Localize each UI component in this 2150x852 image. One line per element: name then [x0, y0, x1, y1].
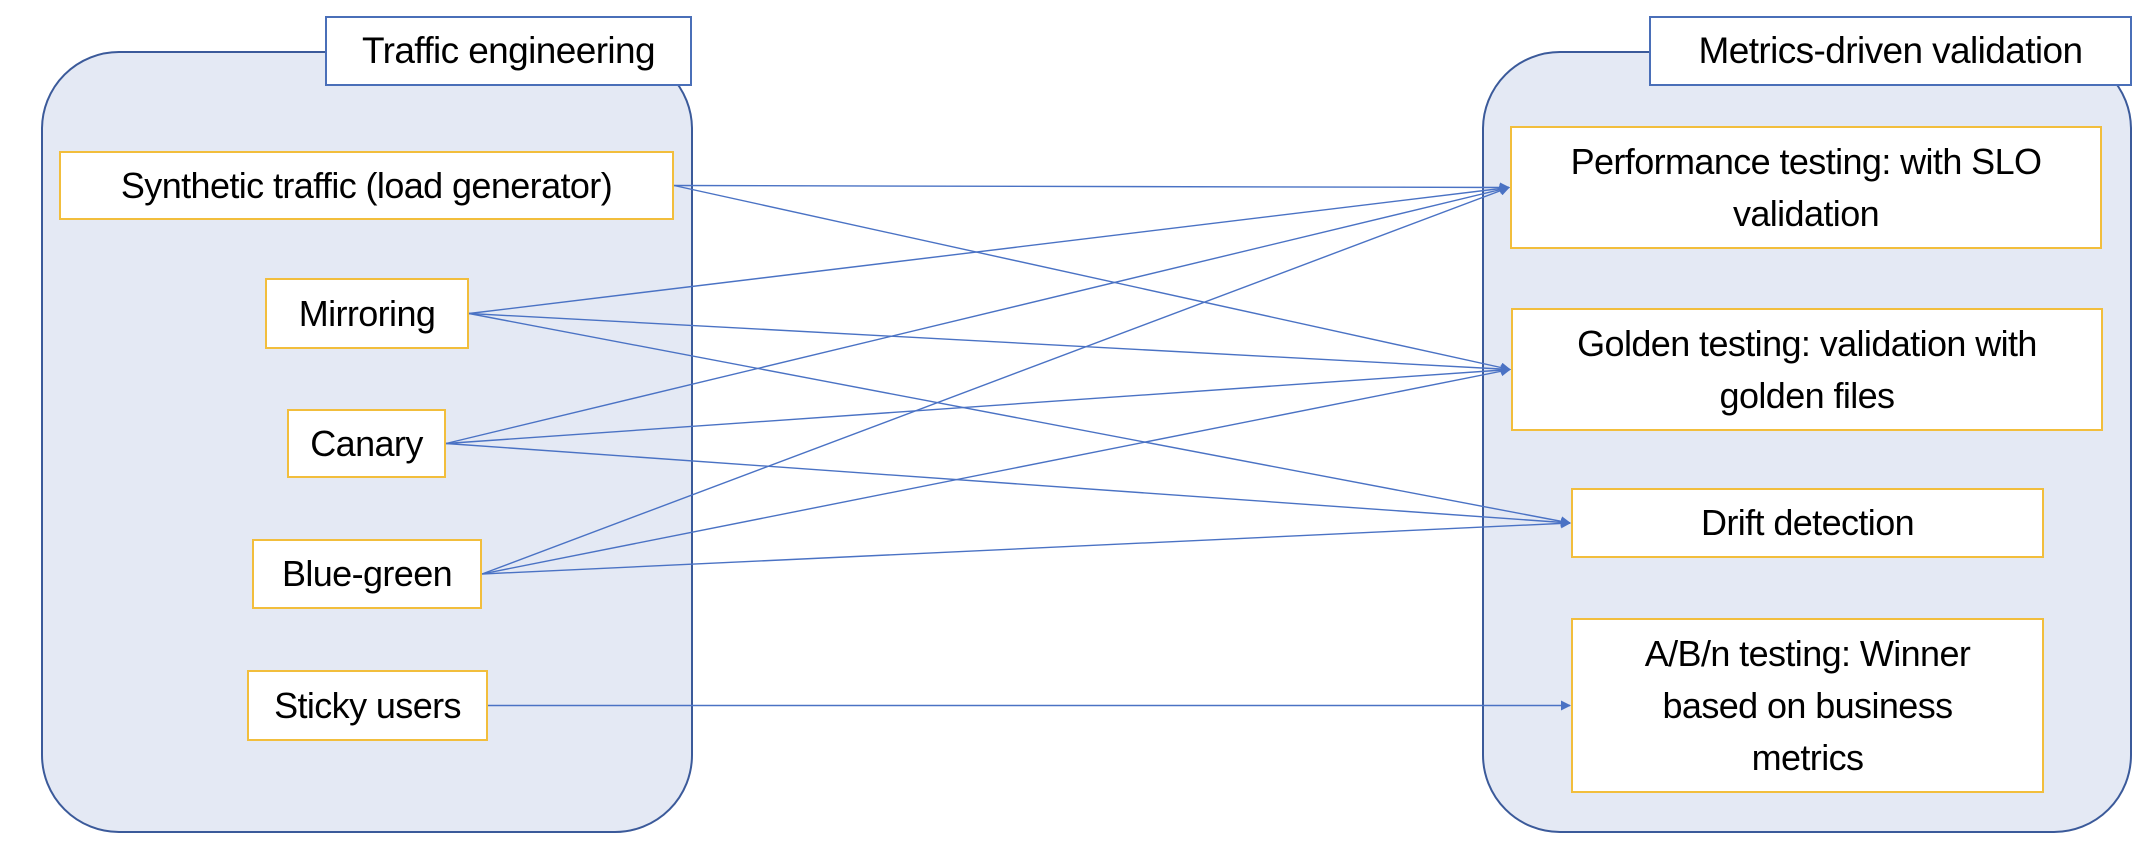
- node-ab-testing[interactable]: A/B/n testing: Winner based on business …: [1571, 618, 2044, 793]
- node-blue-green[interactable]: Blue-green: [252, 539, 482, 609]
- node-golden-testing[interactable]: Golden testing: validation with golden f…: [1511, 308, 2103, 431]
- edge-canary-to-perf: [445, 184, 1510, 445]
- edge-synthetic-to-perf: [673, 182, 1510, 193]
- edge-mirroring-to-golden: [468, 312, 1511, 375]
- edge-bluegreen-to-golden: [481, 366, 1511, 575]
- node-drift-detection[interactable]: Drift detection: [1571, 488, 2044, 558]
- metrics-driven-validation-title: Metrics-driven validation: [1649, 16, 2132, 86]
- node-mirroring[interactable]: Mirroring: [265, 278, 469, 349]
- node-sticky-users[interactable]: Sticky users: [247, 670, 488, 741]
- node-canary[interactable]: Canary: [287, 409, 446, 478]
- edge-canary-to-drift: [445, 442, 1571, 528]
- edge-synthetic-to-golden: [673, 184, 1511, 373]
- edge-mirroring-to-drift: [468, 312, 1571, 527]
- node-synthetic-traffic[interactable]: Synthetic traffic (load generator): [59, 151, 674, 220]
- node-performance-testing[interactable]: Performance testing: with SLO validation: [1510, 126, 2102, 249]
- edge-canary-to-golden: [445, 365, 1511, 445]
- edge-bluegreen-to-drift: [481, 518, 1571, 575]
- traffic-engineering-title: Traffic engineering: [325, 16, 692, 86]
